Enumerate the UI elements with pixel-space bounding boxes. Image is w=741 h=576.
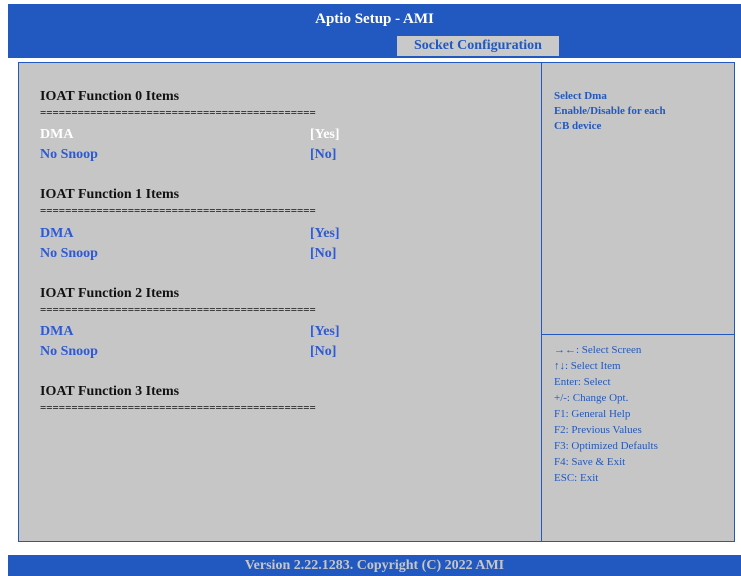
tab-socket-configuration[interactable]: Socket Configuration (397, 36, 559, 56)
setting-value: [Yes] (310, 226, 340, 241)
section-separator: ========================================… (40, 304, 316, 316)
setting-value: [No] (310, 246, 337, 261)
tab-bar: Socket Configuration (8, 34, 741, 58)
section-title-ioat-function-3: IOAT Function 3 Items (40, 384, 180, 399)
section-separator: ========================================… (40, 402, 316, 414)
key-hint-general-help: F1: General Help (554, 408, 631, 420)
setting-dma-function-0[interactable]: DMA [Yes] (40, 127, 360, 143)
setting-value: [Yes] (310, 324, 340, 339)
key-hint-previous-values: F2: Previous Values (554, 424, 642, 436)
setting-value: [No] (310, 147, 337, 162)
key-hint-enter: Enter: Select (554, 376, 611, 388)
setting-dma-function-1[interactable]: DMA [Yes] (40, 226, 360, 242)
setting-dma-function-2[interactable]: DMA [Yes] (40, 324, 360, 340)
help-line: CB device (554, 120, 602, 132)
key-legend: →←: Select Screen ↑↓: Select Item Enter:… (554, 342, 729, 486)
section-separator: ========================================… (40, 205, 316, 217)
help-line: Select Dma (554, 90, 607, 102)
key-hint-save-exit: F4: Save & Exit (554, 456, 626, 468)
title-bar: Aptio Setup - AMI (8, 4, 741, 34)
app-title: Aptio Setup - AMI (315, 10, 434, 27)
section-separator: ========================================… (40, 107, 316, 119)
help-line: Enable/Disable for each (554, 105, 666, 117)
section-title-ioat-function-1: IOAT Function 1 Items (40, 187, 180, 202)
version-text: Version 2.22.1283. Copyright (C) 2022 AM… (244, 557, 505, 573)
pane-divider-vertical (541, 63, 542, 541)
setting-label: No Snoop (40, 246, 98, 261)
setting-no-snoop-function-1[interactable]: No Snoop [No] (40, 246, 360, 262)
help-description: Select Dma Enable/Disable for each CB de… (554, 89, 719, 134)
setting-label: DMA (40, 226, 74, 241)
section-title-ioat-function-2: IOAT Function 2 Items (40, 286, 180, 301)
setting-label: No Snoop (40, 344, 98, 359)
key-hint-select-item: ↑↓: Select Item (554, 360, 621, 372)
setting-label: DMA (40, 127, 74, 142)
key-hint-optimized-defaults: F3: Optimized Defaults (554, 440, 658, 452)
setting-label: No Snoop (40, 147, 98, 162)
setting-label: DMA (40, 324, 74, 339)
footer-bar: Version 2.22.1283. Copyright (C) 2022 AM… (8, 555, 741, 576)
pane-divider-horizontal (542, 334, 735, 335)
setting-no-snoop-function-2[interactable]: No Snoop [No] (40, 344, 360, 360)
section-title-ioat-function-0: IOAT Function 0 Items (40, 89, 180, 104)
main-panel: IOAT Function 0 Items ==================… (18, 62, 735, 542)
setting-value: [No] (310, 344, 337, 359)
key-hint-esc-exit: ESC: Exit (554, 472, 599, 484)
key-hint-select-screen: →←: Select Screen (554, 344, 642, 356)
setting-value: [Yes] (310, 127, 340, 142)
key-hint-change-opt: +/-: Change Opt. (554, 392, 629, 404)
setting-no-snoop-function-0[interactable]: No Snoop [No] (40, 147, 360, 163)
